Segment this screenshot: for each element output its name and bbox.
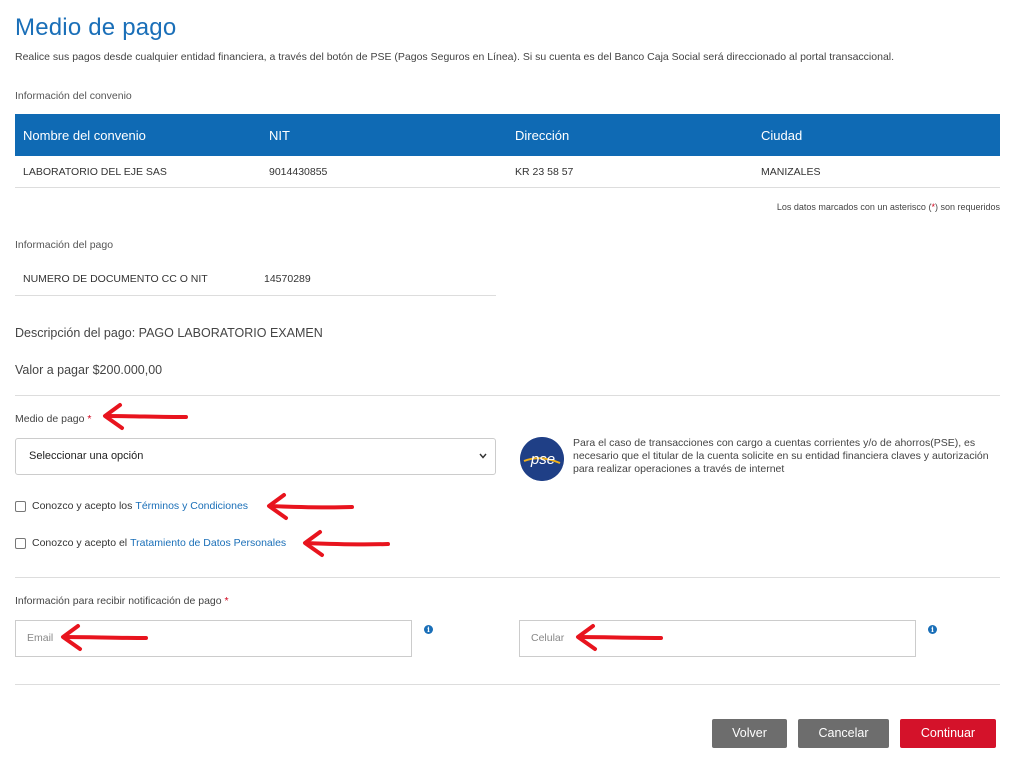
table-cell: LABORATORIO DEL EJE SAS — [15, 156, 261, 188]
red-arrow-annotation — [61, 624, 148, 651]
medio-pago-label: Medio de pago * — [15, 413, 92, 425]
terms-text: Conozco y acepto los — [32, 500, 133, 512]
celular-placeholder: Celular — [531, 632, 565, 644]
required-asterisk: * — [224, 595, 229, 607]
red-arrow-annotation — [103, 403, 188, 430]
terms-checkbox-row: Conozco y acepto los Términos y Condicio… — [15, 500, 248, 512]
payment-amount: Valor a pagar $200.000,00 — [15, 363, 163, 377]
cancel-button[interactable]: Cancelar — [798, 719, 889, 748]
medio-pago-label-text: Medio de pago — [15, 413, 85, 425]
select-value: Seleccionar una opción — [29, 450, 144, 462]
required-note-after: ) son requeridos — [934, 202, 1000, 212]
divider — [15, 684, 1000, 685]
pse-logo: pse — [520, 437, 564, 481]
data-policy-checkbox[interactable] — [15, 537, 26, 549]
column-header: Nombre del convenio — [15, 114, 261, 156]
document-value: 14570289 — [264, 273, 311, 285]
required-asterisk: * — [87, 413, 92, 425]
pse-info-text: Para el caso de transacciones con cargo … — [573, 437, 989, 475]
column-header: Ciudad — [753, 114, 1000, 156]
data-policy-checkbox-row: Conozco y acepto el Tratamiento de Datos… — [15, 537, 286, 549]
terms-checkbox[interactable] — [15, 500, 26, 512]
continue-button[interactable]: Continuar — [900, 719, 996, 748]
intro-text: Realice sus pagos desde cualquier entida… — [15, 51, 895, 63]
document-row: NUMERO DE DOCUMENTO CC O NIT 14570289 — [15, 262, 496, 296]
chevron-down-icon — [479, 439, 487, 489]
table-row: LABORATORIO DEL EJE SAS 9014430855 KR 23… — [15, 156, 1000, 188]
info-icon[interactable]: i — [928, 625, 937, 634]
red-arrow-annotation — [576, 624, 663, 651]
payment-description: Descripción del pago: PAGO LABORATORIO E… — [15, 326, 323, 340]
required-note-before: Los datos marcados con un asterisco ( — [776, 202, 932, 212]
table-cell: MANIZALES — [753, 156, 1000, 188]
data-policy-text: Conozco y acepto el — [32, 537, 128, 549]
red-arrow-annotation — [303, 530, 390, 557]
column-header: NIT — [261, 114, 507, 156]
info-icon[interactable]: i — [424, 625, 433, 634]
pago-section-label: Información del pago — [15, 239, 114, 251]
notification-label: Información para recibir notificación de… — [15, 595, 229, 607]
table-cell: 9014430855 — [261, 156, 507, 188]
document-label: NUMERO DE DOCUMENTO CC O NIT — [23, 273, 208, 285]
table-cell: KR 23 58 57 — [507, 156, 753, 188]
back-button[interactable]: Volver — [712, 719, 787, 748]
convenio-section-label: Información del convenio — [15, 90, 132, 102]
terms-link[interactable]: Términos y Condiciones — [135, 500, 248, 512]
notification-label-text: Información para recibir notificación de… — [15, 595, 222, 607]
email-placeholder: Email — [27, 632, 54, 644]
divider — [15, 395, 1000, 396]
red-arrow-annotation — [267, 493, 354, 520]
pse-logo-text: pse — [530, 451, 555, 468]
page-title: Medio de pago — [15, 14, 177, 41]
table-header-row: Nombre del convenio NIT Dirección Ciudad — [15, 114, 1000, 156]
convenio-table: Nombre del convenio NIT Dirección Ciudad… — [15, 114, 1000, 188]
data-policy-link[interactable]: Tratamiento de Datos Personales — [130, 537, 286, 549]
divider — [15, 577, 1000, 578]
required-note: Los datos marcados con un asterisco (*) … — [777, 202, 1000, 212]
column-header: Dirección — [507, 114, 753, 156]
payment-method-select[interactable]: Seleccionar una opción — [15, 438, 496, 475]
